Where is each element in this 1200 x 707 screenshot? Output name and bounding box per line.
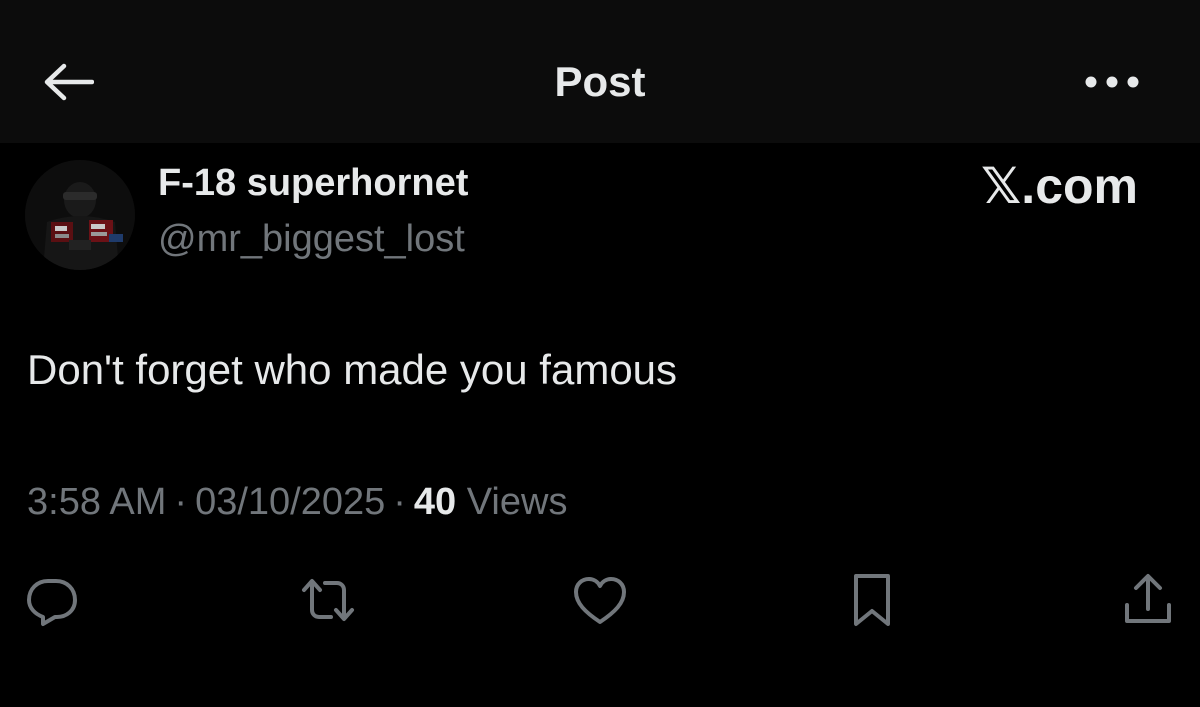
top-bar: Post — [0, 0, 1200, 143]
avatar[interactable] — [25, 160, 135, 270]
post-text: Don't forget who made you famous — [27, 346, 678, 393]
like-button[interactable] — [570, 570, 630, 630]
views-label: Views — [466, 481, 568, 523]
reply-button[interactable] — [22, 570, 82, 630]
post-time[interactable]: 3:58 AM — [27, 481, 166, 523]
author-name[interactable]: F-18 superhornet — [158, 160, 468, 206]
meta-separator: · — [174, 481, 188, 523]
page-title: Post — [554, 58, 646, 105]
bookmark-button[interactable] — [842, 570, 902, 630]
post-meta: 3:58 AM · 03/10/2025 · 40 Views — [27, 478, 567, 526]
share-button[interactable] — [1118, 570, 1178, 630]
post-date[interactable]: 03/10/2025 — [195, 481, 385, 523]
meta-separator: · — [393, 481, 406, 523]
bookmark-icon — [854, 574, 890, 626]
repost-icon — [302, 579, 354, 621]
share-icon — [1125, 574, 1171, 623]
author-handle[interactable]: @mr_biggest_lost — [158, 216, 465, 262]
more-horizontal-icon — [1085, 76, 1139, 88]
reply-icon — [27, 579, 77, 626]
back-button[interactable] — [40, 57, 96, 107]
heart-icon — [574, 577, 626, 624]
x-watermark: 𝕏.com — [981, 158, 1138, 214]
action-bar — [0, 570, 1200, 630]
avatar-image — [25, 160, 135, 270]
repost-button[interactable] — [298, 570, 358, 630]
views-count: 40 — [413, 481, 457, 523]
more-options-button[interactable] — [1080, 60, 1144, 104]
arrow-left-icon — [44, 63, 94, 101]
